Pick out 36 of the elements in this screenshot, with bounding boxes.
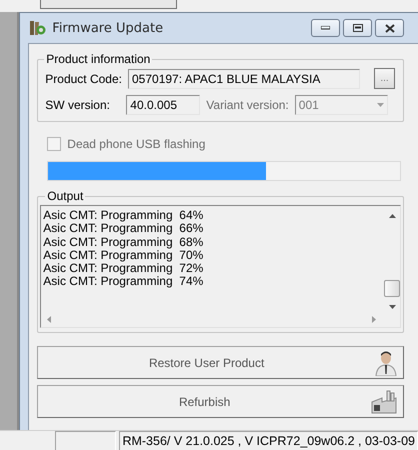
field-label: Variant version:	[206, 98, 289, 112]
scroll-right-icon[interactable]	[372, 316, 376, 322]
person-icon	[375, 350, 397, 376]
minimize-button[interactable]	[311, 19, 340, 37]
output-line: Asic CMT: Programming 70%	[43, 248, 204, 262]
dropdown-arrow-icon	[376, 103, 384, 107]
app-icon	[28, 19, 46, 37]
action-button[interactable]: Refurbish	[37, 385, 404, 418]
factory-icon	[371, 390, 397, 414]
group-title: Output	[46, 189, 84, 203]
window-title: Firmware Update	[52, 20, 164, 36]
sw-version-field[interactable]: 40.0.005	[126, 95, 200, 115]
close-button[interactable]	[375, 19, 404, 37]
minimize-icon	[321, 26, 330, 30]
maximize-button[interactable]	[343, 19, 372, 37]
output-line: Asic CMT: Programming 68%	[43, 236, 204, 249]
button-edge[interactable]	[40, 0, 177, 9]
action-button[interactable]: Restore User Product	[37, 346, 404, 379]
checkbox-label: Dead phone USB flashing	[67, 137, 206, 151]
group-title: Product information	[45, 52, 152, 66]
scroll-left-icon[interactable]	[47, 316, 52, 322]
scroll-down-icon[interactable]	[388, 305, 396, 309]
close-icon	[384, 24, 394, 32]
scroll-up-icon[interactable]	[388, 214, 396, 218]
output-line: Asic CMT: Programming 66%	[43, 222, 204, 236]
field-label: SW version:	[45, 98, 111, 112]
output-line: Asic CMT: Programming 74%	[43, 275, 204, 289]
field-label: Product Code:	[45, 72, 122, 86]
status-text: RM-356/ V 21.0.025 , V ICPR72_09w06.2 , 03-03-09	[119, 431, 418, 450]
product-code-field[interactable]: 0570197: APAC1 BLUE MALAYSIA	[128, 68, 360, 88]
output-line: Asic CMT: Programming 72%	[43, 262, 204, 276]
maximize-icon	[352, 24, 362, 32]
browse-button[interactable]: ...	[374, 68, 395, 89]
output-line: Asic CMT: Programming 64%	[43, 209, 204, 222]
status-panel	[55, 431, 116, 450]
scroll-thumb[interactable]	[384, 280, 400, 297]
